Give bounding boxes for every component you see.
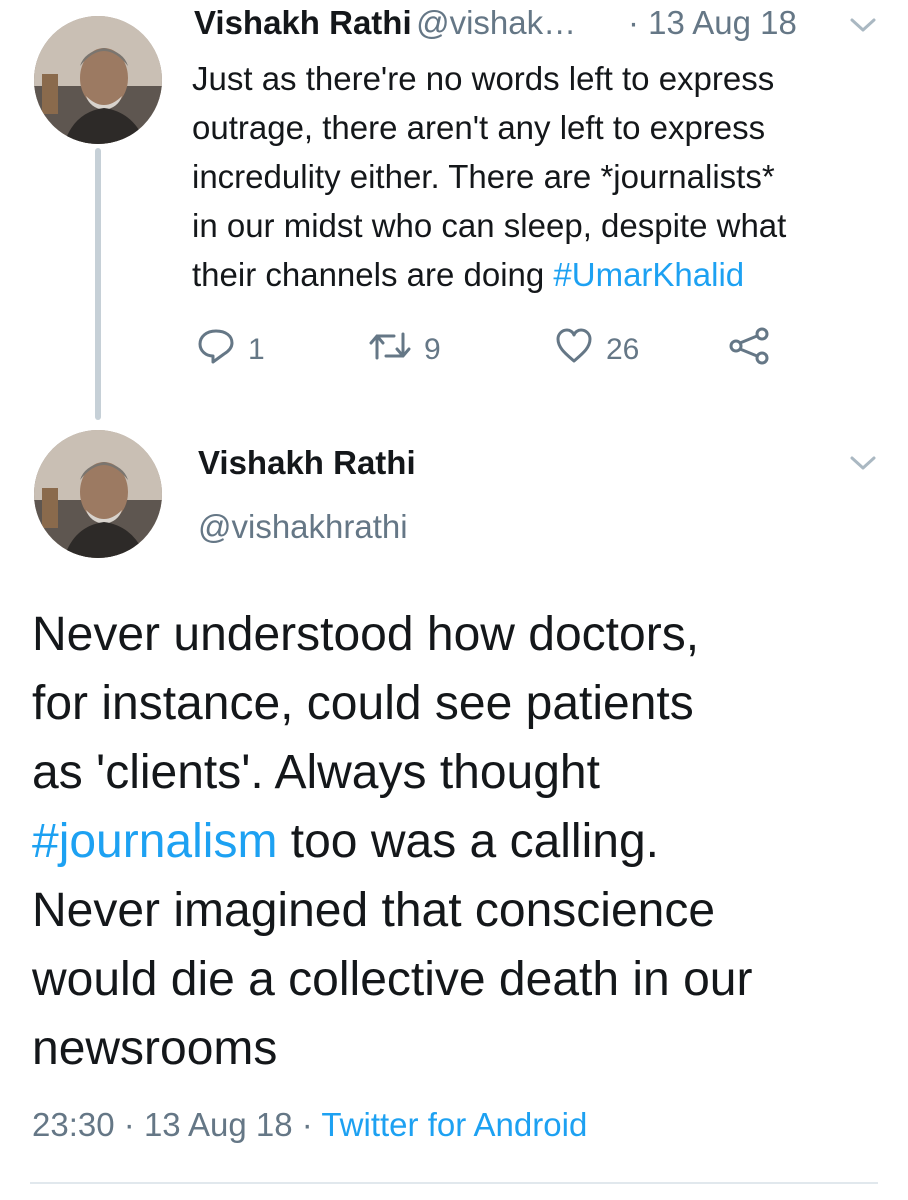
tweet-text-plain: too was a calling. (277, 815, 659, 868)
tweet-text-line: would die a collective death in our (32, 953, 753, 1006)
tweet-text-line: #journalism too was a calling. (32, 807, 892, 876)
divider (30, 1182, 878, 1184)
like-button[interactable]: 26 (554, 326, 639, 374)
tweet-date: 13 Aug 18 (143, 1106, 293, 1143)
retweet-count: 9 (424, 333, 441, 366)
tweet-footer: 23:30 · 13 Aug 18 · Twitter for Android (32, 1106, 587, 1144)
share-button[interactable] (728, 326, 772, 374)
author-handle[interactable]: @vishak… (416, 4, 576, 41)
tweet-text-line: incredulity either. There are *journalis… (192, 158, 775, 195)
tweet-text-line: newsrooms (32, 1022, 278, 1075)
thread-line (95, 148, 101, 420)
hashtag-link[interactable]: #UmarKhalid (553, 256, 744, 293)
chevron-down-icon[interactable] (848, 14, 878, 41)
date-text: 13 Aug 18 (648, 4, 797, 41)
tweet-text-line: in our midst who can sleep, despite what (192, 207, 787, 244)
footer-separator: · (301, 1106, 313, 1143)
avatar[interactable] (34, 430, 162, 558)
date-separator: · (628, 4, 639, 41)
tweet-text-line: Never imagined that conscience (32, 884, 716, 937)
tweet-text-line: their channels are doing #UmarKhalid (192, 250, 892, 299)
footer-separator: · (123, 1106, 135, 1143)
hashtag-link[interactable]: #journalism (32, 815, 277, 868)
tweet-text-plain: their channels are doing (192, 256, 554, 293)
tweet-text-line: Never understood how doctors, (32, 608, 700, 661)
tweet-text: Never understood how doctors, for instan… (32, 600, 892, 1083)
tweet-text-line: as 'clients'. Always thought (32, 746, 600, 799)
tweet-text-line: outrage, there aren't any left to expres… (192, 109, 766, 146)
heart-icon (554, 326, 594, 374)
retweet-button[interactable]: 9 (368, 326, 441, 374)
tweet-text-line: Just as there're no words left to expres… (192, 60, 775, 97)
like-count: 26 (606, 333, 640, 366)
tweet-time: 23:30 (32, 1106, 115, 1143)
tweet-text-line: for instance, could see patients (32, 677, 694, 730)
source-link[interactable]: Twitter for Android (321, 1106, 587, 1143)
retweet-icon (368, 326, 412, 374)
tweet-header: Vishakh Rathi @vishak… (194, 4, 576, 42)
share-icon (728, 326, 772, 374)
tweet-text: Just as there're no words left to expres… (192, 54, 892, 299)
reply-icon (196, 326, 236, 374)
author-handle[interactable]: @vishakhrathi (198, 508, 408, 546)
reply-button[interactable]: 1 (196, 326, 265, 374)
tweet-date[interactable]: · 13 Aug 18 (628, 4, 797, 42)
avatar[interactable] (34, 16, 162, 144)
reply-count: 1 (248, 333, 265, 366)
author-name[interactable]: Vishakh Rathi (194, 4, 412, 41)
chevron-down-icon[interactable] (848, 452, 878, 479)
author-name[interactable]: Vishakh Rathi (198, 444, 416, 482)
